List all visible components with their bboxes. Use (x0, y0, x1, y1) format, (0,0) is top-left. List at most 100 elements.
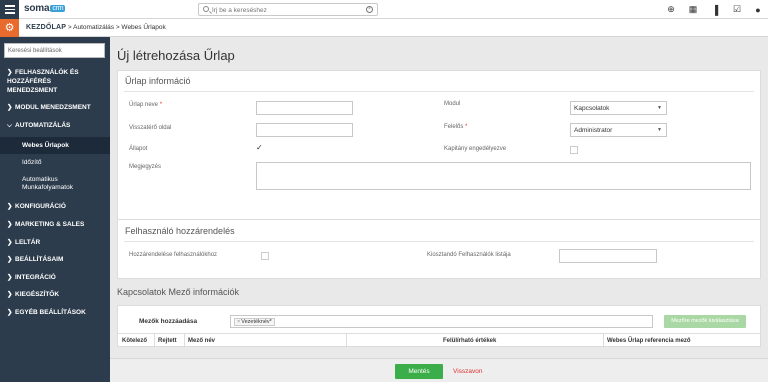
sidebar-item-label: MENEDZSMENT (7, 87, 58, 94)
sidebar-subitem-label: Munkafolyamatok (22, 184, 73, 191)
fields-section-title: Kapcsolatok Mező információk (117, 287, 240, 297)
chevron-right-icon: ❯ (7, 291, 13, 298)
sidebar-item-config[interactable]: ❯ KONFIGURÁCIÓ (0, 202, 110, 211)
breadcrumb-separator: > (115, 24, 120, 31)
sidebar-item-marketing[interactable]: ❯ MARKETING & SALES (0, 220, 110, 229)
assign-users-label: Hozzárendelése felhasználókhoz (129, 252, 218, 258)
chevron-right-icon: ❯ (7, 221, 13, 228)
sidebar-item-users-line2[interactable]: HOZZÁFÉRÉS (0, 77, 110, 86)
label-text: Űrlap neve (129, 102, 159, 108)
column-divider (346, 333, 347, 348)
sidebar-item-label: FELHASZNÁLÓK ÉS (15, 69, 79, 76)
remove-tag-icon[interactable]: × (237, 319, 240, 325)
sidebar-subitem-scheduler[interactable]: Időzítő (0, 158, 110, 167)
sidebar-item-label: INTEGRÁCIÓ (15, 274, 56, 281)
divider (124, 91, 754, 92)
main-content: Új létrehozása Űrlap Űrlap információ Űr… (117, 37, 762, 348)
top-bar: somacrm × ⊕ ▦ ▐ ☑ ● (0, 0, 768, 19)
add-fields-input[interactable]: ×Vezetéknév* (230, 315, 653, 328)
breadcrumb-bar: ⚙ KEZDŐLAP > Automatizálás > Webes Űrlap… (0, 19, 768, 37)
menu-icon[interactable] (0, 0, 19, 19)
settings-gear-icon[interactable]: ⚙ (0, 19, 19, 37)
required-mark: * (159, 102, 163, 108)
description-textarea[interactable] (256, 162, 751, 190)
dropdown-caret-icon: ▼ (657, 105, 662, 111)
sidebar-item-label: MARKETING & SALES (15, 221, 85, 228)
module-select[interactable]: Kapcsolatok ▼ (570, 101, 667, 115)
global-search-input[interactable] (212, 5, 362, 15)
sidebar-item-inventory[interactable]: ❯ LELTÁR (0, 238, 110, 247)
field-tag[interactable]: ×Vezetéknév* (234, 318, 275, 326)
sidebar-item-users[interactable]: ❯ FELHASZNÁLÓK ÉS (0, 68, 110, 77)
plus-circle-icon[interactable]: ⊕ (660, 4, 682, 15)
sidebar-item-extensions[interactable]: ❯ KIEGÉSZÍTŐK (0, 290, 110, 299)
bar-chart-icon[interactable]: ▐ (704, 5, 726, 15)
sidebar-subitem-label: Automatikus (22, 176, 58, 183)
sidebar-item-other[interactable]: ❯ EGYÉB BEÁLLÍTÁSOK (0, 308, 110, 317)
breadcrumb-automation[interactable]: Automatizálás (73, 24, 114, 31)
global-search[interactable]: × (198, 3, 378, 16)
select-fields-button[interactable]: Mezőre mezők kiválasztása (664, 315, 746, 328)
return-url-input[interactable] (256, 123, 353, 137)
calendar-icon[interactable]: ▦ (682, 4, 704, 15)
section-title: Űrlap információ (125, 76, 191, 86)
action-footer: Mentés Visszavon (110, 358, 768, 382)
sidebar-item-label: KIEGÉSZÍTŐK (15, 291, 60, 298)
column-divider (603, 333, 604, 348)
sidebar-item-automation[interactable]: ⌵ AUTOMATIZÁLÁS (0, 121, 110, 130)
chevron-right-icon: ❯ (7, 104, 13, 111)
sidebar-subitem-webforms[interactable]: Webes Űrlapok (0, 137, 110, 154)
owner-label: Felelős * (444, 124, 467, 130)
top-icons: ⊕ ▦ ▐ ☑ ● (660, 0, 768, 19)
sidebar-subitem-workflows-line2[interactable]: Munkafolyamatok (0, 183, 110, 192)
user-list-input[interactable] (559, 249, 657, 263)
return-url-label: Visszatérő oldal (129, 125, 172, 131)
col-override-values: Felülírható értékek (443, 338, 497, 344)
checkbox-icon[interactable]: ☑ (726, 4, 748, 15)
sidebar: Keresési beállítások ❯ FELHASZNÁLÓK ÉS HO… (0, 37, 110, 382)
form-name-input[interactable] (256, 101, 353, 115)
fields-table-header: Kötelező Rejtett Mező név Felülírható ér… (118, 333, 762, 348)
sidebar-item-my-settings[interactable]: ❯ BEÁLLÍTÁSAIM (0, 255, 110, 264)
sidebar-item-label: EGYÉB BEÁLLÍTÁSOK (15, 309, 86, 316)
logo-text: soma (24, 3, 50, 14)
label-text: Felelős (444, 124, 464, 130)
logo-badge: crm (50, 5, 66, 12)
cancel-link[interactable]: Visszavon (453, 368, 483, 375)
breadcrumb: KEZDŐLAP > Automatizálás > Webes Űrlapok (26, 24, 166, 31)
sidebar-subitem-label: Időzítő (22, 159, 42, 166)
form-name-label: Űrlap neve * (129, 102, 162, 108)
sidebar-item-integration[interactable]: ❯ INTEGRÁCIÓ (0, 273, 110, 282)
status-checkbox[interactable]: ✓ (256, 143, 263, 152)
divider (124, 241, 754, 242)
user-list-label: Kiosztandó Felhasználók listája (427, 252, 511, 258)
chevron-right-icon: ❯ (7, 256, 13, 263)
save-button[interactable]: Mentés (395, 364, 443, 379)
chevron-right-icon: ❯ (7, 239, 13, 246)
sidebar-item-label: BEÁLLÍTÁSAIM (15, 256, 64, 263)
captcha-checkbox[interactable] (570, 146, 578, 154)
page-title: Új létrehozása Űrlap (117, 48, 235, 63)
user-icon[interactable]: ● (748, 5, 768, 15)
sidebar-item-label: AUTOMATIZÁLÁS (15, 122, 71, 129)
settings-search-input[interactable]: Keresési beállítások (4, 43, 105, 58)
sidebar-item-modules[interactable]: ❯ MODUL MENEDZSMENT (0, 103, 110, 112)
description-label: Megjegyzés (129, 164, 162, 170)
col-hidden: Rejtett (158, 338, 177, 344)
assign-users-checkbox[interactable] (261, 252, 269, 260)
sidebar-item-label: HOZZÁFÉRÉS (7, 78, 52, 85)
owner-select-value: Administrator (574, 127, 613, 134)
breadcrumb-home[interactable]: KEZDŐLAP (26, 24, 66, 31)
sidebar-item-users-line3[interactable]: MENEDZSMENT (0, 86, 110, 95)
chevron-down-icon: ⌵ (7, 122, 12, 129)
sidebar-item-label: MODUL MENEDZSMENT (15, 104, 91, 111)
col-required: Kötelező (122, 338, 148, 344)
user-assign-panel: Felhasználó hozzárendelés Hozzárendelése… (117, 219, 761, 279)
owner-select[interactable]: Administrator ▼ (570, 123, 667, 137)
app-logo[interactable]: soma crm (24, 3, 66, 14)
chevron-right-icon: ❯ (7, 309, 13, 316)
search-icon (203, 6, 209, 12)
col-field-name: Mező név (188, 338, 216, 344)
module-select-value: Kapcsolatok (574, 105, 610, 112)
clear-search-icon[interactable]: × (366, 6, 373, 13)
